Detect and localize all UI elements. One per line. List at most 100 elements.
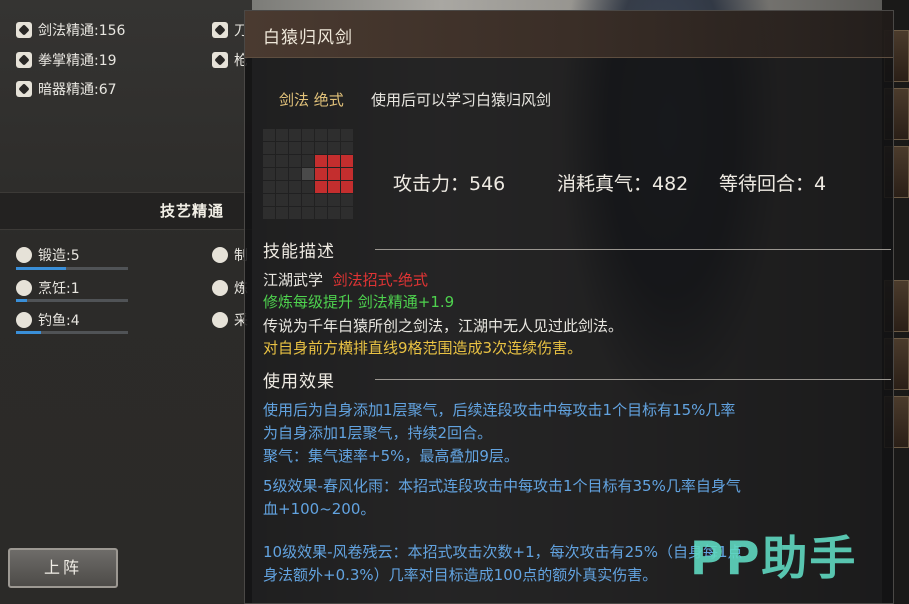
craft-label: 锻造:5 [38,248,80,264]
grid-cell [263,129,275,141]
grid-cell [289,194,301,206]
grid-cell [341,194,353,206]
grid-cell [302,194,314,206]
grid-cell-hit [341,181,353,193]
grid-cell [289,129,301,141]
grid-cell [315,194,327,206]
stats-panel: 剑法精通:156 拳掌精通:19 暗器精通:67 刀 枪 技艺精通 锻造:5 烹… [0,0,252,604]
grid-cell [289,168,301,180]
grid-cell [328,194,340,206]
dart-icon [16,81,32,97]
grid-cell [263,142,275,154]
skill-tooltip: 白猿归风剑 剑法 绝式 使用后可以学习白猿归风剑 攻击力：546 消耗真气：48… [244,10,894,604]
craft-label: 烹饪:1 [38,281,80,297]
craft-fishing: 钓鱼:4 [16,310,80,330]
crafts-title: 技艺精通 [160,202,225,220]
grid-cell [276,181,288,193]
grid-cell-self [302,168,314,180]
grid-cell [289,142,301,154]
attack-power: 攻击力：546 [393,173,506,195]
craft-forging: 锻造:5 [16,245,80,265]
grid-cell-hit [328,168,340,180]
range-line: 对自身前方横排直线9格范围造成3次连续伤害。 [263,339,583,357]
craft-progress-fill [16,299,28,302]
divider [375,249,891,250]
grid-cell [289,207,301,219]
desc-section-title: 技能描述 [263,242,335,262]
grid-cell [315,142,327,154]
grid-cell [289,155,301,167]
grid-cell [263,207,275,219]
effect-line: 血+100~200。 [263,500,376,518]
effect-block-2: 5级效果-春风化雨：本招式连段攻击中每攻击1个目标有35%几率自身气 血+100… [263,475,873,521]
herb-icon [212,312,228,328]
craft-progress-fill [16,331,41,334]
skill-type: 剑法 绝式 [279,91,344,109]
skill-usage: 使用后可以学习白猿归风剑 [371,91,552,109]
stat-fist: 拳掌精通:19 [16,50,117,70]
grid-cell [328,142,340,154]
grid-cell-hit [341,168,353,180]
grid-cell [263,194,275,206]
grid-cell [263,168,275,180]
qi-cost: 消耗真气：482 [557,173,689,195]
deploy-button[interactable]: 上阵 [8,548,118,588]
stat-blade: 刀 [212,20,248,40]
grid-cell [276,155,288,167]
grid-cell [276,194,288,206]
craft-progress-fill [16,267,67,270]
school-line: 江湖武学 剑法招式-绝式 [263,271,428,290]
grid-cell-hit [315,155,327,167]
fish-icon [16,312,32,328]
school: 江湖武学 [263,271,324,289]
grid-cell [263,181,275,193]
grid-cell [302,207,314,219]
grid-cell-hit [328,181,340,193]
craft-refining: 炼 [212,278,248,298]
cooldown: 等待回合：4 [719,173,827,195]
stat-label: 暗器精通:67 [38,82,117,98]
grid-cell [328,129,340,141]
effect-line: 为自身添加1层聚气，持续2回合。 [263,424,493,442]
skill-title: 白猿归风剑 [263,28,353,48]
craft-cooking: 烹饪:1 [16,278,80,298]
divider [375,379,891,380]
spear-icon [212,52,228,68]
craft-progress-bar [16,299,128,302]
stat-label: 剑法精通:156 [38,23,126,39]
craft-icon [212,247,228,263]
attack-range-grid [263,129,353,219]
grid-cell [276,207,288,219]
pot-icon [16,280,32,296]
grid-cell [302,155,314,167]
grid-cell [276,129,288,141]
grid-cell-hit [328,155,340,167]
watermark-logo: PP助手 [690,531,858,585]
effect-section-title: 使用效果 [263,372,335,392]
anvil-icon [16,247,32,263]
growth-line: 修炼每级提升 剑法精通+1.9 [263,293,455,311]
craft-progress-bar [16,331,128,334]
grid-cell [276,142,288,154]
sword-icon [16,22,32,38]
grid-cell-hit [315,168,327,180]
grid-cell [341,207,353,219]
grid-cell [263,155,275,167]
craft-progress-bar [16,267,128,270]
stat-spear: 枪 [212,50,248,70]
craft-making: 制 [212,245,248,265]
craft-label: 钓鱼:4 [38,313,80,329]
grid-cell [315,207,327,219]
blade-icon [212,22,228,38]
effect-block-1: 使用后为自身添加1层聚气，后续连段攻击中每攻击1个目标有15%几率 为自身添加1… [263,399,873,468]
grid-cell-hit [315,181,327,193]
grid-cell [302,181,314,193]
effect-line: 聚气：集气速率+5%，最高叠加9层。 [263,447,519,465]
grid-cell [302,129,314,141]
grid-cell [341,142,353,154]
effect-line: 使用后为自身添加1层聚气，后续连段攻击中每攻击1个目标有15%几率 [263,401,736,419]
school-type: 剑法招式-绝式 [332,271,428,289]
grid-cell [315,129,327,141]
grid-cell [302,142,314,154]
fist-icon [16,52,32,68]
